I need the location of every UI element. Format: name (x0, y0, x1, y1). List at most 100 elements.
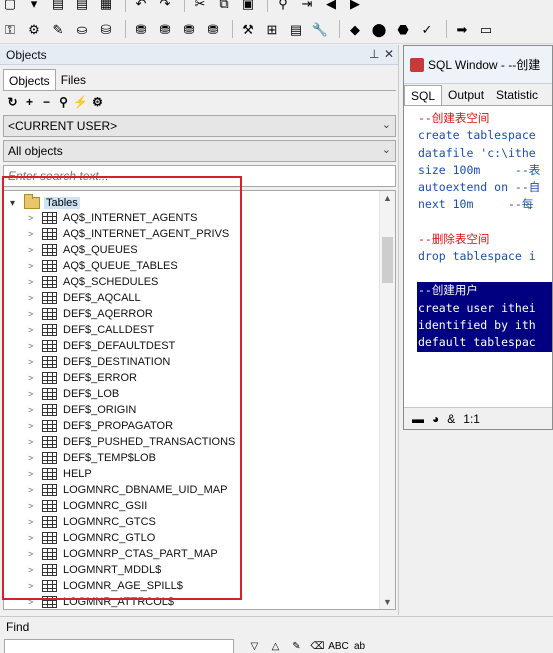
sql-window-icon[interactable]: ⛃ (131, 20, 151, 38)
expand-icon[interactable]: > (28, 213, 42, 223)
find-icon[interactable]: ⚲ (273, 0, 293, 12)
tools-icon[interactable]: ⚒ (238, 20, 258, 38)
tab-files[interactable]: Files (56, 69, 91, 91)
expand-icon[interactable]: > (28, 437, 42, 447)
tree-root-tables[interactable]: ▾ Tables (10, 194, 80, 211)
expand-icon[interactable]: > (28, 357, 42, 367)
sql-window-titlebar[interactable]: SQL Window - --创建 (404, 46, 552, 84)
wrench-icon[interactable]: 🔧 (310, 20, 330, 38)
tree-item[interactable]: > LOGMNRT_MDDL$ (28, 562, 235, 578)
scrollbar-thumb[interactable] (382, 237, 393, 283)
pin-icon[interactable]: ⊥ (369, 47, 379, 61)
expand-icon[interactable]: > (28, 565, 42, 575)
run-icon[interactable]: ⬤ (369, 20, 389, 38)
find-objects-icon[interactable]: ⚲ (55, 95, 72, 109)
expand-icon[interactable]: > (28, 549, 42, 559)
expand-icon[interactable]: > (28, 597, 42, 607)
expand-icon[interactable]: > (28, 341, 42, 351)
tree-item[interactable]: > AQ$_QUEUE_TABLES (28, 258, 235, 274)
tree-item[interactable]: > LOGMNRC_GTCS (28, 514, 235, 530)
expand-icon[interactable]: > (28, 373, 42, 383)
commit-icon[interactable]: ⛀ (72, 20, 92, 38)
redo-icon[interactable]: ↷ (155, 0, 175, 12)
highlight-icon[interactable]: ✎ (286, 641, 307, 652)
tree-item[interactable]: > LOGMNRC_DBNAME_UID_MAP (28, 482, 235, 498)
open-icon[interactable]: ▾ (24, 0, 44, 12)
tree-item[interactable]: > LOGMNR_ATTRCOL$ (28, 594, 235, 609)
collapse-icon[interactable]: ▾ (10, 198, 24, 209)
expand-icon[interactable]: > (28, 469, 42, 479)
expand-icon[interactable]: > (28, 581, 42, 591)
tab-objects[interactable]: Objects (3, 69, 56, 91)
window-list-icon[interactable]: ▭ (476, 20, 496, 38)
tab-output[interactable]: Output (442, 85, 490, 105)
add-icon[interactable]: + (21, 95, 38, 109)
properties-icon[interactable]: ⚙ (89, 95, 106, 109)
tree-item[interactable]: > DEF$_PUSHED_TRANSACTIONS (28, 434, 235, 450)
remove-icon[interactable]: − (38, 95, 55, 109)
expand-icon[interactable]: > (28, 261, 42, 271)
scroll-up-icon[interactable]: ▲ (383, 193, 392, 203)
tree-item[interactable]: > DEF$_DEFAULTDEST (28, 338, 235, 354)
tree-item[interactable]: > LOGMNRC_GTLO (28, 530, 235, 546)
tree-item[interactable]: > LOGMNRP_CTAS_PART_MAP (28, 546, 235, 562)
objects-filter-combo[interactable]: All objects ⌄ (3, 140, 396, 162)
find-next-icon[interactable]: ▽ (244, 641, 265, 652)
tree-scrollbar[interactable]: ▲ ▼ (379, 191, 395, 609)
scroll-down-icon[interactable]: ▼ (383, 597, 392, 607)
reports-icon[interactable]: ▤ (286, 20, 306, 38)
compile-icon[interactable]: ◆ (345, 20, 365, 38)
expand-icon[interactable]: > (28, 421, 42, 431)
expand-icon[interactable]: > (28, 501, 42, 511)
tab-statistics[interactable]: Statistic (490, 85, 544, 105)
tree-item[interactable]: > HELP (28, 466, 235, 482)
expand-icon[interactable]: > (28, 533, 42, 543)
tab-sql[interactable]: SQL (404, 85, 443, 105)
close-icon[interactable]: ✕ (384, 47, 394, 61)
tree-item[interactable]: > DEF$_CALLDEST (28, 322, 235, 338)
bookmark-icon[interactable]: ✓ (417, 20, 437, 38)
clear-icon[interactable]: ⌫ (307, 641, 328, 652)
expand-icon[interactable]: > (28, 277, 42, 287)
filter-icon[interactable]: ⚡ (72, 95, 89, 109)
key-icon[interactable]: ⚿ (0, 20, 20, 38)
expand-icon[interactable]: > (28, 293, 42, 303)
debug-icon[interactable]: ✎ (48, 20, 68, 38)
whole-word-icon[interactable]: ab (349, 641, 370, 652)
sql-editor[interactable]: --创建表空间 create tablespace datafile 'c:\ith… (404, 106, 552, 396)
new-icon[interactable]: ▢ (0, 0, 20, 12)
expand-icon[interactable]: > (28, 325, 42, 335)
copy-icon[interactable]: ⧉ (214, 0, 234, 12)
session-icon[interactable]: ⛃ (203, 20, 223, 38)
tree-item[interactable]: > AQ$_SCHEDULES (28, 274, 235, 290)
tree-item[interactable]: > AQ$_INTERNET_AGENTS (28, 210, 235, 226)
expand-icon[interactable]: > (28, 405, 42, 415)
command-window-icon[interactable]: ⛃ (155, 20, 175, 38)
query-builder-icon[interactable]: ⊞ (262, 20, 282, 38)
indent-icon[interactable]: ⇥ (297, 0, 317, 12)
explain-plan-icon[interactable]: ⛃ (179, 20, 199, 38)
search-input[interactable] (3, 165, 396, 187)
chevron-down-icon[interactable]: ⌄ (382, 143, 391, 156)
tree-item[interactable]: > DEF$_TEMP$LOB (28, 450, 235, 466)
back-icon[interactable]: ◀ (321, 0, 341, 12)
expand-icon[interactable]: > (28, 485, 42, 495)
tree-item[interactable]: > DEF$_ORIGIN (28, 402, 235, 418)
tree-item[interactable]: > DEF$_PROPAGATOR (28, 418, 235, 434)
expand-icon[interactable]: > (28, 309, 42, 319)
tree-item[interactable]: > LOGMNR_AGE_SPILL$ (28, 578, 235, 594)
tree-item[interactable]: > DEF$_ERROR (28, 370, 235, 386)
expand-icon[interactable]: > (28, 229, 42, 239)
tree-item[interactable]: > DEF$_DESTINATION (28, 354, 235, 370)
tree-item[interactable]: > LOGMNRC_GSII (28, 498, 235, 514)
expand-icon[interactable]: > (28, 517, 42, 527)
cut-icon[interactable]: ✂ (190, 0, 210, 12)
tree-item[interactable]: > DEF$_AQERROR (28, 306, 235, 322)
tree-item[interactable]: > DEF$_AQCALL (28, 290, 235, 306)
print-icon[interactable]: ▦ (96, 0, 116, 12)
undo-icon[interactable]: ↶ (131, 0, 151, 12)
tree-item[interactable]: > AQ$_INTERNET_AGENT_PRIVS (28, 226, 235, 242)
expand-icon[interactable]: > (28, 389, 42, 399)
stop-icon[interactable]: ⬣ (393, 20, 413, 38)
tree-item[interactable]: > DEF$_LOB (28, 386, 235, 402)
